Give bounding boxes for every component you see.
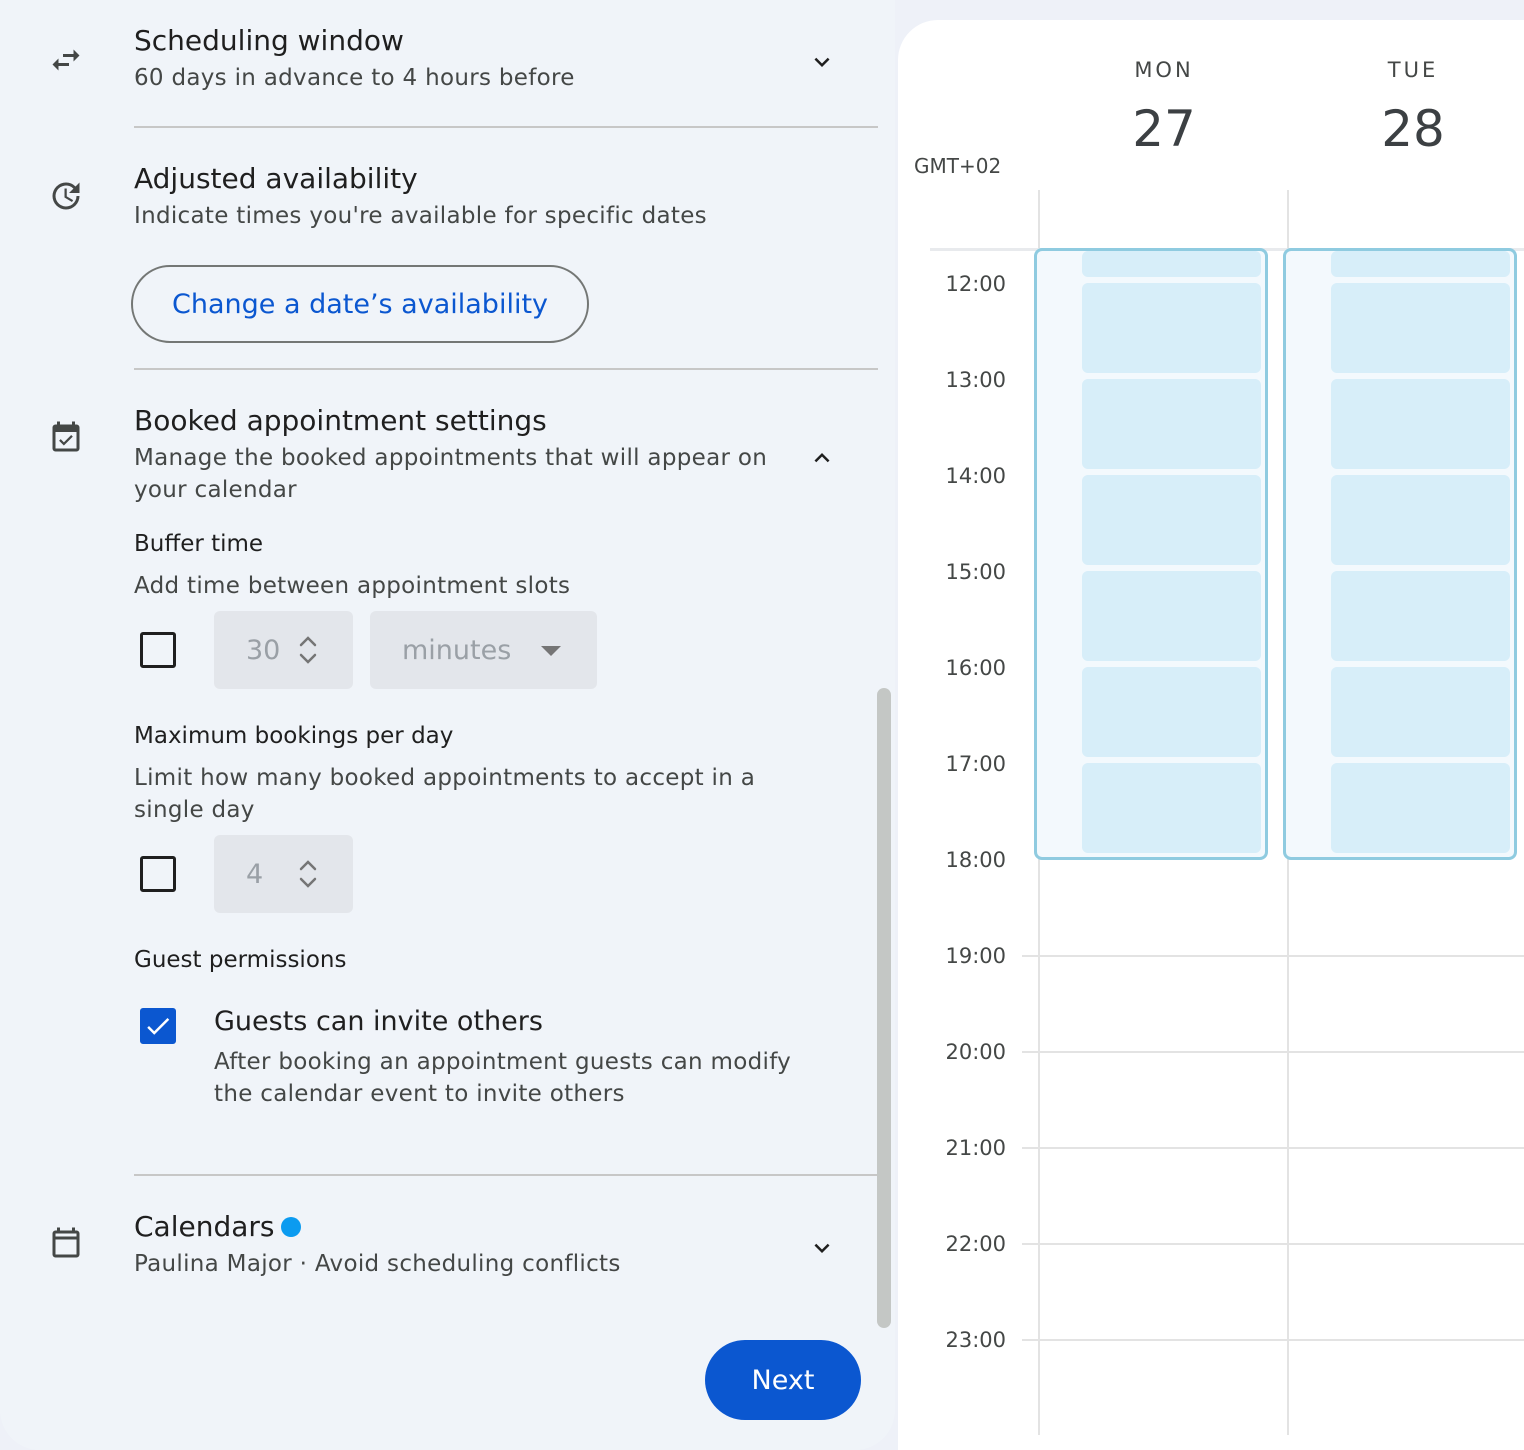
hour-label: 20:00	[945, 1040, 1006, 1064]
max-bookings-stepper[interactable]: 4	[214, 835, 353, 913]
hour-label: 21:00	[945, 1136, 1006, 1160]
buffer-unit-value: minutes	[402, 634, 512, 666]
change-date-availability-button[interactable]: Change a date’s availability	[131, 265, 589, 343]
divider	[134, 126, 878, 128]
appointment-slot[interactable]	[1082, 283, 1261, 373]
chevron-down-icon[interactable]	[807, 1233, 837, 1263]
dropdown-caret-icon	[541, 646, 561, 656]
hour-line	[1022, 1051, 1524, 1053]
appointment-slot[interactable]	[1082, 379, 1261, 469]
scheduling-window-title[interactable]: Scheduling window	[134, 24, 404, 57]
hour-line	[1022, 1243, 1524, 1245]
appointment-slot[interactable]	[1331, 251, 1510, 277]
check-icon	[147, 1018, 170, 1035]
buffer-time-description: Add time between appointment slots	[134, 573, 571, 599]
hour-label: 17:00	[945, 752, 1006, 776]
chevron-up-icon[interactable]	[807, 443, 837, 473]
buffer-time-stepper[interactable]: 30	[214, 611, 353, 689]
day-name: MON	[1134, 58, 1194, 82]
next-button[interactable]: Next	[705, 1340, 861, 1420]
guests-invite-label[interactable]: Guests can invite others	[214, 1006, 543, 1037]
timezone-label: GMT+02	[914, 154, 1002, 178]
appointment-slot[interactable]	[1082, 475, 1261, 565]
guests-invite-description: After booking an appointment guests can …	[214, 1049, 792, 1107]
calendars-title: Calendars	[134, 1210, 275, 1243]
buffer-time-label: Buffer time	[134, 531, 264, 557]
hour-label: 12:00	[945, 272, 1006, 296]
buffer-time-value: 30	[246, 634, 281, 666]
booked-settings-subtitle: Manage the booked appointments that will…	[134, 445, 768, 503]
scrollbar[interactable]	[877, 688, 891, 1328]
guest-permissions-label: Guest permissions	[134, 947, 347, 973]
settings-panel: Scheduling window 60 days in advance to …	[0, 0, 895, 1450]
hour-label: 14:00	[945, 464, 1006, 488]
appointment-slot[interactable]	[1331, 571, 1510, 661]
appointment-slot[interactable]	[1082, 571, 1261, 661]
booked-settings-title: Booked appointment settings	[134, 404, 547, 437]
appointment-slot[interactable]	[1331, 283, 1510, 373]
appointment-slot[interactable]	[1331, 379, 1510, 469]
buffer-time-checkbox[interactable]	[140, 632, 176, 668]
appointment-slot[interactable]	[1082, 251, 1261, 277]
adjusted-availability-title: Adjusted availability	[134, 162, 418, 195]
adjusted-availability-subtitle: Indicate times you're available for spec…	[134, 203, 707, 229]
max-bookings-label: Maximum bookings per day	[134, 723, 454, 749]
stepper-arrows-icon[interactable]	[297, 633, 319, 667]
appointment-slot[interactable]	[1331, 667, 1510, 757]
day-number[interactable]: 27	[1104, 100, 1224, 158]
hour-line	[1022, 1147, 1524, 1149]
divider	[134, 1174, 878, 1176]
hour-label: 22:00	[945, 1232, 1006, 1256]
stepper-arrows-icon[interactable]	[297, 857, 319, 891]
calendar-color-dot	[281, 1217, 301, 1237]
hour-label: 23:00	[945, 1328, 1006, 1352]
appointment-slot[interactable]	[1082, 763, 1261, 853]
max-bookings-checkbox[interactable]	[140, 856, 176, 892]
hour-label: 16:00	[945, 656, 1006, 680]
appointment-slot[interactable]	[1082, 667, 1261, 757]
hour-line	[1022, 955, 1524, 957]
hour-line	[1022, 1339, 1524, 1341]
calendars-subtitle: Paulina Major · Avoid scheduling conflic…	[134, 1251, 621, 1277]
buffer-unit-select[interactable]: minutes	[370, 611, 597, 689]
divider	[134, 368, 878, 370]
appointment-slot[interactable]	[1331, 475, 1510, 565]
hour-label: 18:00	[945, 848, 1006, 872]
scheduling-window-subtitle: 60 days in advance to 4 hours before	[134, 65, 575, 91]
hour-label: 15:00	[945, 560, 1006, 584]
guests-invite-checkbox[interactable]	[140, 1008, 176, 1044]
hour-label: 19:00	[945, 944, 1006, 968]
appointment-slot[interactable]	[1331, 763, 1510, 853]
clock-refresh-icon	[48, 178, 84, 214]
day-name: TUE	[1387, 58, 1439, 82]
chevron-down-icon[interactable]	[807, 47, 837, 77]
calendar-icon	[48, 1226, 84, 1262]
swap-arrows-icon	[48, 42, 84, 78]
day-number[interactable]: 28	[1353, 100, 1473, 158]
hour-label: 13:00	[945, 368, 1006, 392]
max-bookings-value: 4	[246, 858, 264, 890]
event-check-icon	[48, 420, 84, 456]
max-bookings-description: Limit how many booked appointments to ac…	[134, 765, 756, 823]
